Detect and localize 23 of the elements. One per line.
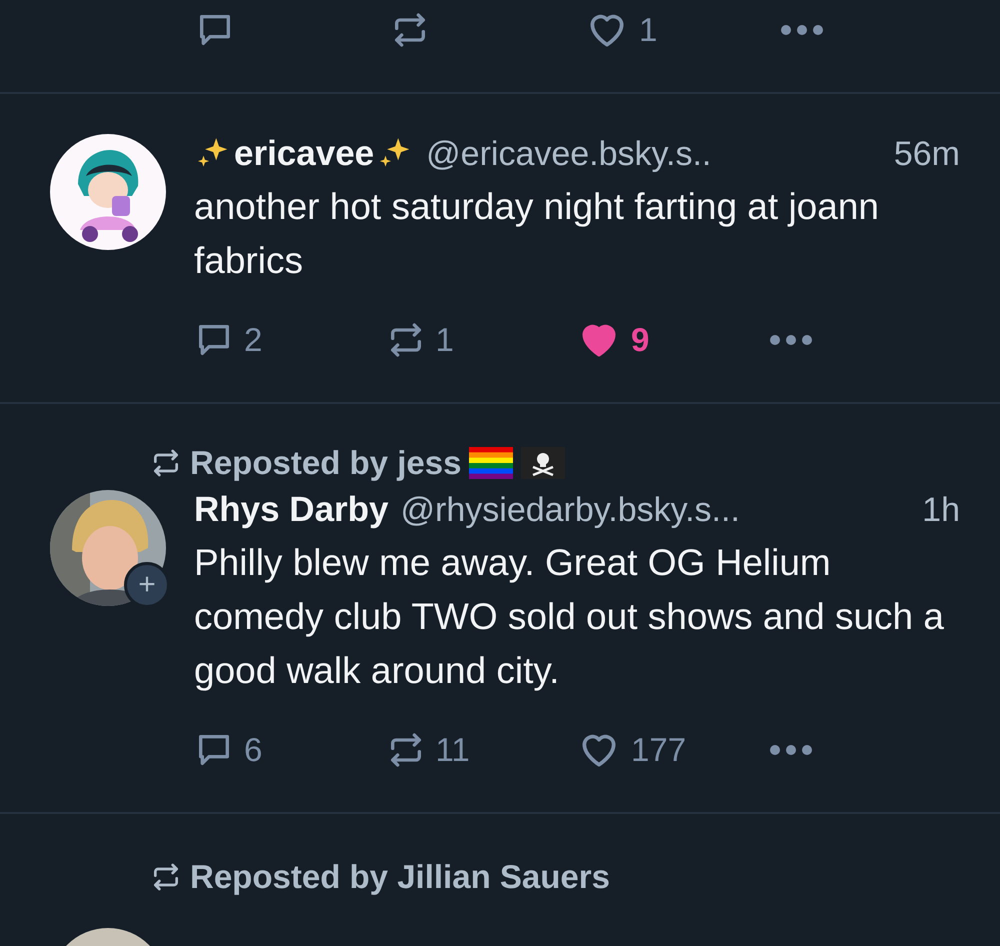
like-button[interactable]: 1 [585, 8, 780, 52]
author-handle[interactable]: @rhysiedarby.bsky.s... [400, 490, 740, 530]
repost-button[interactable]: 1 [386, 318, 577, 362]
author-handle[interactable]: @ericavee.bsky.s.. [426, 134, 712, 174]
rainbow-flag-icon [469, 447, 514, 479]
pirate-flag-icon [521, 447, 566, 479]
reposted-by-label[interactable]: Reposted by Jillian Sauers [190, 858, 610, 896]
like-button[interactable]: 9 [577, 318, 768, 362]
more-icon [780, 24, 824, 36]
more-icon [768, 334, 812, 346]
reply-button[interactable]: 2 [194, 318, 386, 362]
post-text: another hot saturday night farting at joann fabrics [194, 185, 880, 283]
post-time: 1h [922, 490, 960, 530]
reposted-by-label[interactable]: Reposted by jess [190, 444, 462, 482]
author-name[interactable]: Rhys Darby [194, 490, 389, 530]
reply-button[interactable]: 6 [194, 728, 386, 772]
follow-badge[interactable]: + [124, 562, 170, 608]
post-text: Philly blew me away. Great OG Helium comedy club TWO sold out shows and such a good walk around city. [194, 541, 945, 693]
post-time: 56m [894, 134, 960, 174]
like-button[interactable]: 177 [577, 728, 768, 772]
author-name[interactable]: ericavee [234, 134, 374, 174]
more-icon [768, 744, 812, 756]
repost-button[interactable]: 11 [386, 728, 577, 772]
